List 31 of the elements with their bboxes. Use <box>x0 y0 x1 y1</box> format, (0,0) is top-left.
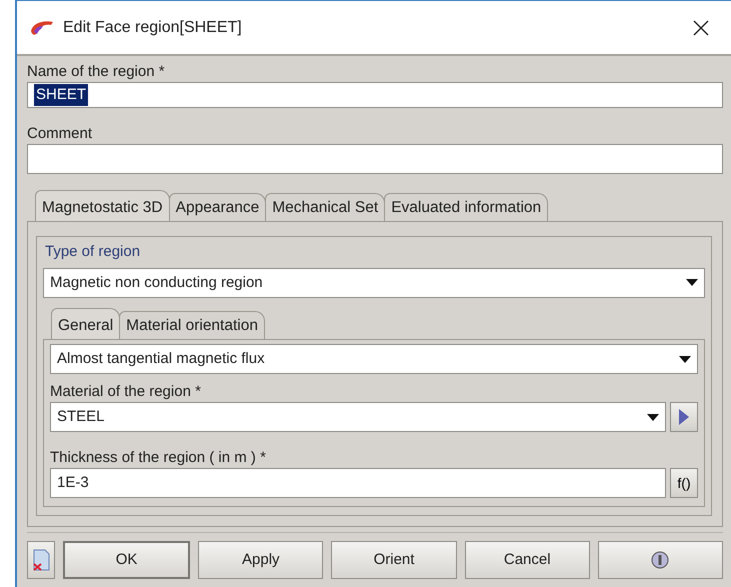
help-button[interactable] <box>598 541 724 579</box>
function-button[interactable]: f() <box>670 468 698 498</box>
document-button[interactable] <box>27 541 55 579</box>
dialog-button[interactable]: Orient <box>331 541 457 579</box>
field-label: Name of the region * <box>27 62 166 82</box>
tab[interactable]: General <box>51 308 120 339</box>
group-legend: Type of region <box>43 244 142 260</box>
tab[interactable]: Evaluated information <box>384 193 548 222</box>
material-dropdown[interactable]: STEEL <box>50 402 666 432</box>
thickness-field[interactable]: 1E-3 <box>50 468 666 498</box>
tab[interactable]: Material orientation <box>119 310 265 339</box>
field-label: Material of the region * <box>50 382 202 402</box>
dialog-button[interactable]: Cancel <box>464 541 590 579</box>
flux-dropdown[interactable]: Almost tangential magnetic flux <box>50 344 698 374</box>
name-field[interactable]: SHEET <box>27 82 723 108</box>
dropdown-caret-icon <box>686 279 698 286</box>
play-arrow-icon <box>678 409 690 425</box>
comment-field[interactable] <box>27 144 723 174</box>
dialog-button[interactable]: Apply <box>198 541 324 579</box>
dropdown-caret-icon <box>679 356 691 362</box>
arrow-button[interactable] <box>670 402 698 432</box>
help-icon <box>651 550 670 569</box>
field-label: Comment <box>27 124 94 144</box>
app-logo-icon <box>29 18 55 36</box>
dialog-button[interactable]: OK <box>63 541 190 579</box>
tab[interactable]: Magnetostatic 3D <box>35 190 170 222</box>
dropdown-caret-icon <box>647 414 659 420</box>
field-label: Thickness of the region ( in m ) * <box>50 448 267 468</box>
window-title: Edit Face region[SHEET] <box>63 18 242 38</box>
document-icon <box>31 549 51 571</box>
region-type-dropdown[interactable]: Magnetic non conducting region <box>43 268 705 298</box>
